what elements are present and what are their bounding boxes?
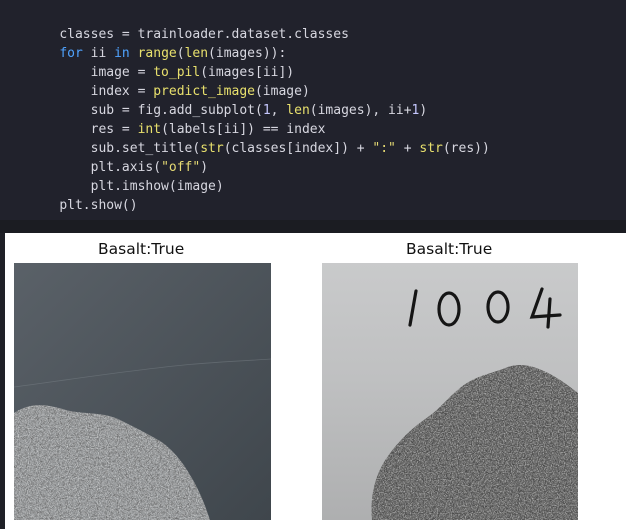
code-line: image = to_pil(images[ii]) [28,44,295,80]
code-line: for ii in range(len(images)): [28,25,286,61]
code-line: sub = fig.add_subplot(1, len(images), ii… [28,82,428,118]
code-line: classes = trainloader.dataset.classes [28,6,349,42]
subplot-title: Basalt:True [98,240,185,258]
output-area: Basalt:True Basalt:True [5,233,626,529]
code-line: sub.set_title(str(classes[index]) + ":" … [28,120,490,156]
code-token: plt.show() [59,198,138,213]
subplot-title: Basalt:True [406,240,493,258]
rock-image-2 [322,263,578,520]
code-line: plt.show() [28,177,137,213]
cell-separator [0,220,626,233]
rock-image-1 [14,263,271,520]
code-line: plt.imshow(image) [28,158,224,194]
code-line: plt.axis("off") [28,139,208,175]
code-line: index = predict_image(image) [28,63,310,99]
code-line: res = int(labels[ii]) == index [28,101,326,137]
code-cell[interactable]: classes = trainloader.dataset.classes fo… [0,0,626,220]
